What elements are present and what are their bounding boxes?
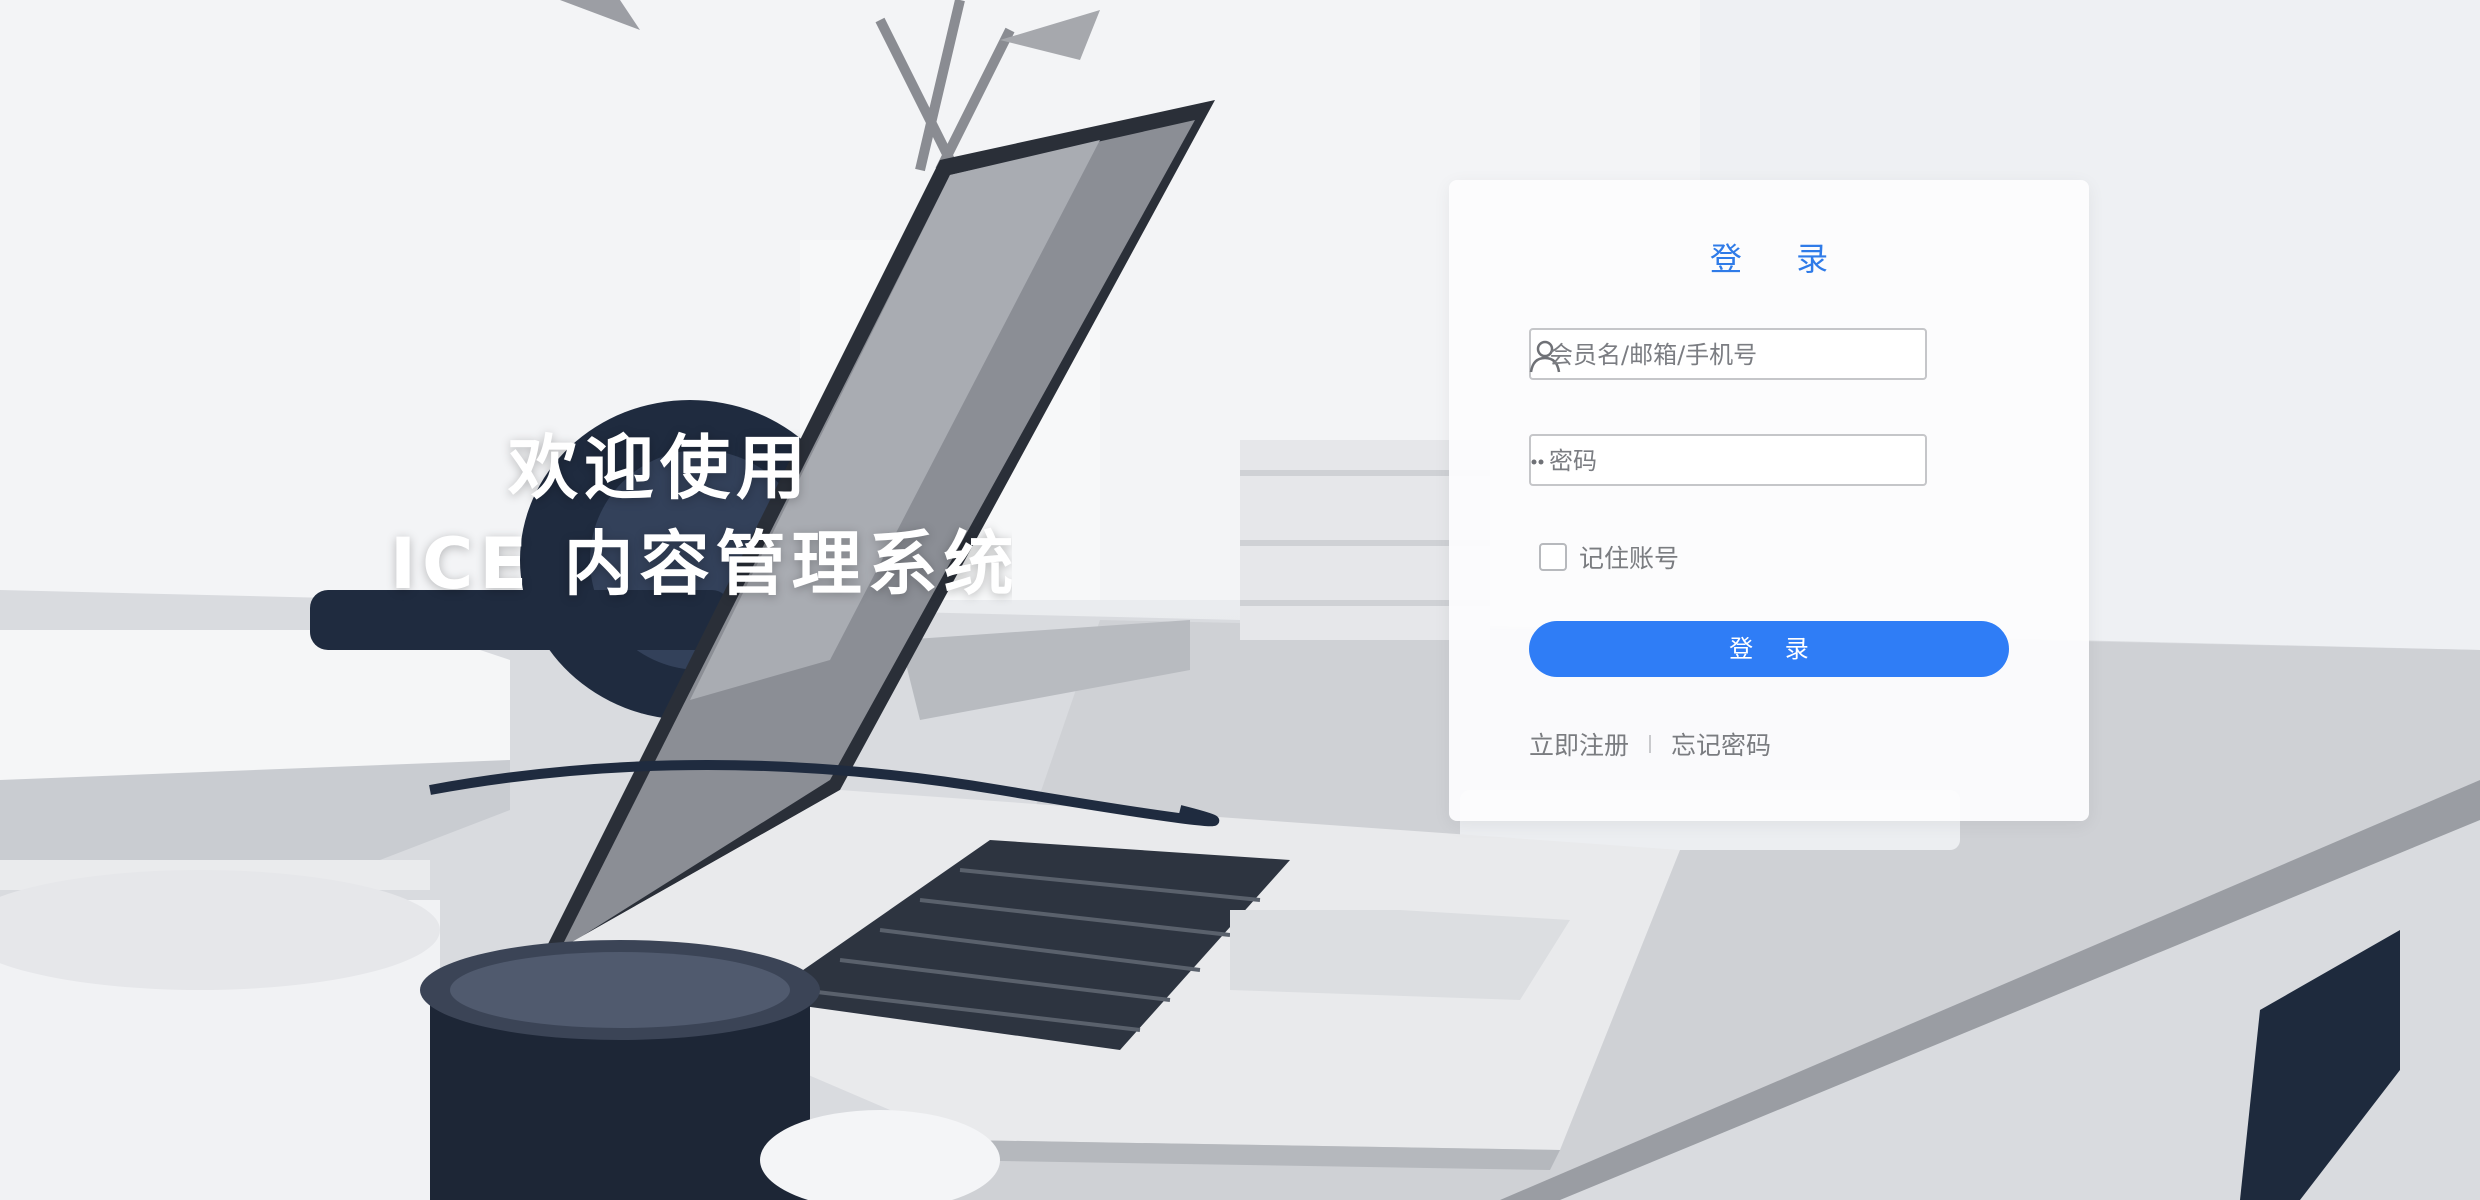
remember-account[interactable]: 记住账号 xyxy=(1539,540,1679,574)
password-field[interactable] xyxy=(1529,434,1927,486)
remember-checkbox[interactable] xyxy=(1539,543,1567,571)
remember-label: 记住账号 xyxy=(1579,544,1680,573)
username-input[interactable] xyxy=(1547,330,1921,380)
password-input[interactable] xyxy=(1547,436,1921,486)
register-link[interactable]: 立即注册 xyxy=(1529,726,1629,762)
login-page: 欢迎使用 ICE 内容管理系统 登 录 记住账号 登 录 立即注册 xyxy=(0,0,2480,1200)
login-button[interactable]: 登 录 xyxy=(1529,621,2009,677)
login-title: 登 录 xyxy=(1709,240,1851,278)
auth-links: 立即注册 忘记密码 xyxy=(1529,726,1771,762)
welcome-line-1: 欢迎使用 xyxy=(508,427,812,509)
username-field[interactable] xyxy=(1529,328,1927,380)
link-separator xyxy=(1649,735,1652,753)
welcome-line-2: ICE 内容管理系统 xyxy=(390,523,1012,605)
login-card: 登 录 记住账号 登 录 立即注册 忘记密码 xyxy=(1449,180,2089,821)
forgot-password-link[interactable]: 忘记密码 xyxy=(1671,726,1771,762)
welcome-heading: 欢迎使用 ICE 内容管理系统 xyxy=(372,420,1012,620)
